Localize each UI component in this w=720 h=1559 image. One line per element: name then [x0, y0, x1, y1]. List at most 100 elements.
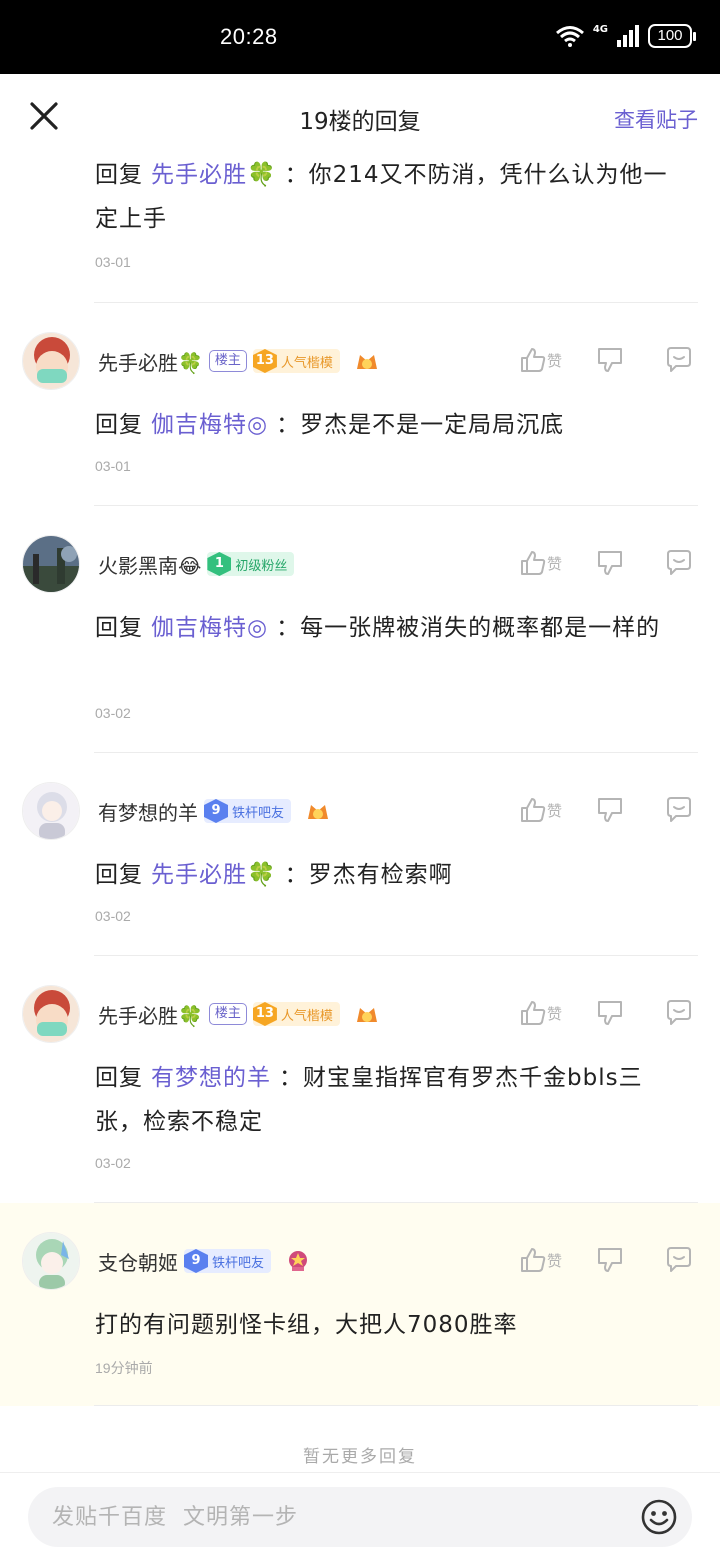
username[interactable]: 支仓朝姬 — [98, 1247, 178, 1276]
reply-actions: 赞 — [519, 548, 694, 578]
status-bar: 20:28 4G 100 — [0, 0, 720, 74]
medal-icon — [356, 1008, 377, 1022]
page-title: 19楼的回复 — [299, 109, 421, 135]
reply-prefix: 回复 — [95, 162, 143, 188]
reply-date: 03-02 — [95, 705, 131, 721]
reply-item: 有梦想的羊 9 铁杆吧友 赞 回复 先手必胜🍀 ：罗杰有检索啊 03-02 — [0, 753, 720, 956]
level-number: 13 — [252, 349, 277, 373]
like-label: 赞 — [546, 554, 562, 573]
host-badge: 楼主 — [208, 350, 247, 372]
level-title: 人气楷模 — [280, 1008, 333, 1024]
reply-text: ：罗杰是不是一定局局沉底 — [276, 412, 565, 438]
mention-link[interactable]: 伽吉梅特◎ — [151, 412, 268, 438]
reply-item: 先手必胜🍀 楼主 13 人气楷模 赞 回复 伽吉梅特◎ ：罗杰是不是一定局局沉底 03… — [0, 303, 720, 506]
dislike-button[interactable] — [596, 346, 624, 374]
reply-prefix: 回复 — [95, 412, 143, 438]
thumbs-up-icon — [520, 1001, 546, 1025]
reply-prefix: 回复 — [95, 1065, 143, 1091]
medal-icon — [289, 1251, 308, 1271]
user-line: 支仓朝姬 9 铁杆吧友 — [98, 1246, 311, 1276]
reply-content: 回复 伽吉梅特◎ ：罗杰是不是一定局局沉底 — [95, 403, 690, 447]
reply-item: 回复 先手必胜🍀 ：你214又不防消，凭什么认为他一定上手 03-01 — [0, 150, 720, 303]
comment-icon — [667, 550, 691, 575]
mention-link[interactable]: 有梦想的羊 — [151, 1065, 271, 1091]
level-number: 9 — [184, 1249, 208, 1273]
like-button[interactable]: 赞 — [519, 1246, 562, 1274]
comment-button[interactable] — [664, 1245, 694, 1275]
comment-button[interactable] — [664, 795, 694, 825]
comment-icon — [667, 1247, 691, 1272]
network-label: 4G — [592, 24, 608, 35]
avatar[interactable] — [22, 535, 80, 593]
reply-input[interactable] — [52, 1487, 612, 1547]
like-button[interactable]: 赞 — [519, 999, 562, 1027]
mention-link[interactable]: 伽吉梅特◎ — [151, 615, 268, 641]
mention-link[interactable]: 先手必胜🍀 — [151, 162, 277, 188]
level-number: 13 — [252, 1002, 277, 1026]
like-label: 赞 — [546, 1251, 562, 1270]
like-button[interactable]: 赞 — [519, 346, 562, 374]
thumbs-up-icon — [520, 348, 546, 372]
username[interactable]: 先手必胜🍀 — [98, 347, 203, 376]
reply-prefix: 回复 — [95, 862, 143, 888]
user-line: 先手必胜🍀 楼主 13 人气楷模 — [98, 999, 380, 1029]
reply-content: 打的有问题别怪卡组，大把人7080胜率 — [95, 1303, 690, 1347]
reply-item-highlighted: 支仓朝姬 9 铁杆吧友 赞 打的有问题别怪卡组，大把人7080胜率 19分钟前 — [0, 1203, 720, 1406]
level-badge: 1 初级粉丝 — [207, 552, 295, 576]
avatar[interactable] — [22, 1232, 80, 1290]
dislike-button[interactable] — [596, 999, 624, 1027]
thumbs-down-icon — [598, 348, 622, 372]
thumbs-down-icon — [598, 798, 622, 822]
avatar[interactable] — [22, 332, 80, 390]
comment-icon — [667, 797, 691, 822]
like-label: 赞 — [546, 1004, 562, 1023]
navigation-bar: 19楼的回复 查看贴子 — [0, 74, 720, 160]
level-number: 1 — [207, 552, 232, 576]
username[interactable]: 有梦想的羊 — [98, 797, 198, 826]
user-line: 先手必胜🍀 楼主 13 人气楷模 — [98, 346, 380, 376]
comment-icon — [667, 347, 691, 372]
reply-item: 先手必胜🍀 楼主 13 人气楷模 赞 回复 有梦想的羊 ：财宝皇指挥官有罗杰千金bbl… — [0, 956, 720, 1203]
reply-text: ：罗杰有检索啊 — [284, 862, 453, 888]
dislike-button[interactable] — [596, 549, 624, 577]
dislike-button[interactable] — [596, 796, 624, 824]
level-title: 初级粉丝 — [235, 558, 288, 574]
reply-content: 回复 伽吉梅特◎ ：每一张牌被消失的概率都是一样的 — [95, 606, 690, 650]
comment-button[interactable] — [664, 998, 694, 1028]
reply-date: 03-02 — [95, 1155, 131, 1171]
reply-item: 火影黑南😂 1 初级粉丝 赞 回复 伽吉梅特◎ ：每一张牌被消失的概率都是一样的 03… — [0, 506, 720, 753]
avatar[interactable] — [22, 985, 80, 1043]
dislike-button[interactable] — [596, 1246, 624, 1274]
reply-content: 回复 有梦想的羊 ：财宝皇指挥官有罗杰千金bbls三张，检索不稳定 — [95, 1056, 690, 1144]
thumbs-down-icon — [598, 551, 622, 575]
emoji-icon[interactable] — [640, 1498, 678, 1536]
level-badge: 9 铁杆吧友 — [184, 1249, 272, 1273]
reply-actions: 赞 — [519, 998, 694, 1028]
thumbs-up-icon — [520, 798, 546, 822]
comment-button[interactable] — [664, 548, 694, 578]
username[interactable]: 先手必胜🍀 — [98, 1000, 203, 1029]
level-number: 9 — [204, 799, 228, 823]
avatar[interactable] — [22, 782, 80, 840]
mention-link[interactable]: 先手必胜🍀 — [151, 862, 277, 888]
username[interactable]: 火影黑南😂 — [98, 550, 201, 579]
level-badge: 9 铁杆吧友 — [204, 799, 292, 823]
medal-icon — [356, 355, 377, 369]
thumbs-down-icon — [598, 1001, 622, 1025]
view-post-link[interactable]: 查看贴子 — [614, 104, 698, 134]
host-badge: 楼主 — [208, 1003, 247, 1025]
no-more-replies-label: 暂无更多回复 — [303, 1447, 417, 1467]
wifi-icon — [555, 26, 584, 47]
thumbs-up-icon — [520, 1248, 546, 1272]
user-line: 有梦想的羊 9 铁杆吧友 — [98, 796, 331, 826]
comment-icon — [667, 1000, 691, 1025]
reply-date: 03-01 — [95, 254, 131, 270]
comment-button[interactable] — [664, 345, 694, 375]
like-button[interactable]: 赞 — [519, 796, 562, 824]
like-label: 赞 — [546, 351, 562, 370]
reply-actions: 赞 — [519, 1245, 694, 1275]
reply-date: 19分钟前 — [95, 1360, 153, 1376]
composer-bar — [0, 1472, 720, 1559]
like-button[interactable]: 赞 — [519, 549, 562, 577]
like-label: 赞 — [546, 801, 562, 820]
